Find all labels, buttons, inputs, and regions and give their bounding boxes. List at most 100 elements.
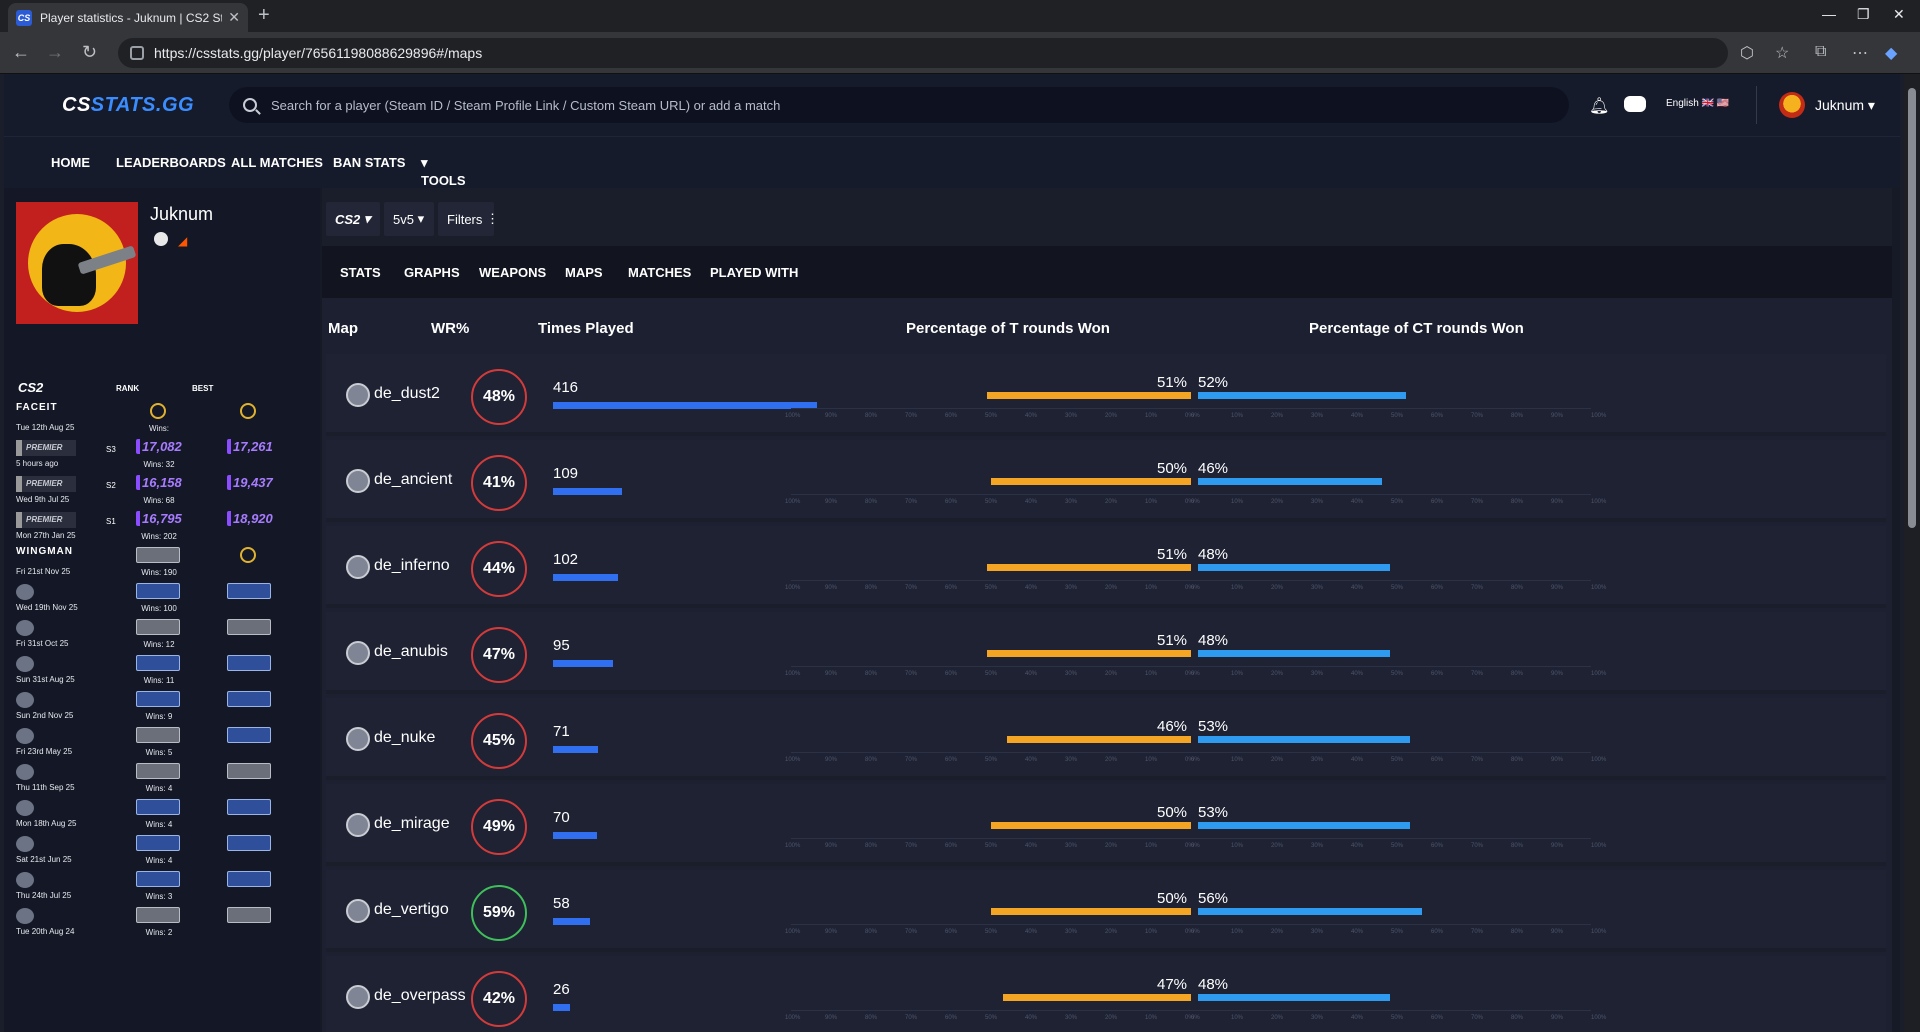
nav-home[interactable]: HOME <box>51 155 90 170</box>
new-tab-icon[interactable]: + <box>258 4 270 27</box>
rank-emblem-icon <box>150 403 166 419</box>
back-icon[interactable]: ← <box>12 42 30 63</box>
nav-tools[interactable]: TOOLS ▾ <box>421 155 466 188</box>
map-name[interactable]: de_vertigo <box>374 901 449 919</box>
discord-icon[interactable] <box>1624 96 1646 112</box>
mode-dropdown[interactable]: 5v5 ▾ <box>384 202 434 236</box>
win-rate-circle: 41% <box>471 455 527 511</box>
times-played-bar <box>553 488 622 495</box>
t-rounds-value: 50% <box>1157 460 1188 477</box>
map-name[interactable]: de_anubis <box>374 643 448 661</box>
t-tick-label: 20% <box>1105 585 1118 591</box>
t-rounds-bar <box>991 822 1191 829</box>
map-name[interactable]: de_overpass <box>374 987 466 1005</box>
map-row[interactable]: de_nuke 45% 71 46% 53% 100% 90% 80% 70% 60% 50% 40%… <box>326 698 1886 780</box>
site-info-icon[interactable] <box>130 46 144 60</box>
ct-tick-label: 100% <box>1591 757 1607 763</box>
header-map[interactable]: Map <box>328 320 358 337</box>
ct-tick-label: 50% <box>1391 499 1404 505</box>
map-name[interactable]: de_dust2 <box>374 385 440 403</box>
map-group-icon <box>16 764 34 780</box>
rank-date: Wed 19th Nov 25 <box>16 603 78 612</box>
copilot-icon[interactable]: ◆ <box>1885 43 1897 63</box>
map-name[interactable]: de_mirage <box>374 815 450 833</box>
steam-icon[interactable] <box>154 232 168 246</box>
t-tick-label: 60% <box>945 1015 958 1021</box>
header-wr[interactable]: WR% <box>431 320 469 337</box>
tab-graphs[interactable]: GRAPHS <box>404 265 460 280</box>
header-ct-rounds[interactable]: Percentage of CT rounds Won <box>1309 320 1524 337</box>
filters-label: Filters <box>447 211 483 227</box>
map-name[interactable]: de_ancient <box>374 471 452 489</box>
ct-tick-label: 30% <box>1311 757 1324 763</box>
nav-leaderboards[interactable]: LEADERBOARDS <box>116 155 226 170</box>
map-row[interactable]: de_ancient 41% 109 50% 46% 100% 90% 80% 70% 60% 50… <box>326 440 1886 522</box>
rank-badge-icon <box>227 871 271 887</box>
ct-tick-label: 60% <box>1431 585 1444 591</box>
collections-icon[interactable]: ⧉ <box>1815 43 1826 61</box>
rank-badge-icon <box>136 691 180 707</box>
reload-icon[interactable]: ↻ <box>82 42 97 63</box>
close-tab-icon[interactable]: ✕ <box>228 9 240 26</box>
tab-stats[interactable]: STATS <box>340 265 381 280</box>
t-rounds-value: 47% <box>1157 976 1188 993</box>
ct-rounds-value: 52% <box>1198 374 1229 391</box>
rank-row: Fri 23rd May 25 Wins: 5 <box>14 726 314 762</box>
map-name[interactable]: de_nuke <box>374 729 435 747</box>
rank-row: FACEIT Tue 12th Aug 25 Wins: <box>14 402 314 438</box>
percent-axis: 100% 90% 80% 70% 60% 50% 40% 30% 20% 10% 0% 0% 10% 20… <box>785 408 1606 422</box>
tab-played-with[interactable]: PLAYED WITH <box>710 265 798 280</box>
main-nav: HOME LEADERBOARDS ALL MATCHES BAN STATS … <box>4 136 1900 188</box>
map-row[interactable]: de_overpass 42% 26 47% 48% 100% 90% 80% 70% 60% 50… <box>326 956 1886 1032</box>
close-window-icon[interactable]: ✕ <box>1893 6 1905 23</box>
nav-ban-stats[interactable]: BAN STATS <box>333 155 405 170</box>
rank-date: Fri 31st Oct 25 <box>16 639 69 648</box>
tab-maps[interactable]: MAPS <box>565 265 603 280</box>
more-icon[interactable]: ⋯ <box>1852 43 1868 63</box>
ct-tick-label: 60% <box>1431 1015 1444 1021</box>
rank-badge-icon <box>136 547 180 563</box>
header-t-rounds[interactable]: Percentage of T rounds Won <box>906 320 1110 337</box>
ct-tick-label: 10% <box>1231 585 1244 591</box>
tab-matches[interactable]: MATCHES <box>628 265 691 280</box>
times-played: 26 <box>553 981 570 998</box>
scrollbar-thumb[interactable] <box>1908 88 1916 528</box>
user-menu[interactable]: Juknum ▾ <box>1815 97 1875 114</box>
t-tick-label: 80% <box>865 585 878 591</box>
nav-all-matches[interactable]: ALL MATCHES <box>231 155 323 170</box>
map-row[interactable]: de_vertigo 59% 58 50% 56% 100% 90% 80% 70% 60% 50%… <box>326 870 1886 952</box>
t-tick-label: 100% <box>785 757 801 763</box>
map-row[interactable]: de_inferno 44% 102 51% 48% 100% 90% 80% 70% 60% 50… <box>326 526 1886 608</box>
ct-tick-label: 30% <box>1311 413 1324 419</box>
t-tick-label: 90% <box>825 413 838 419</box>
restore-icon[interactable]: ❐ <box>1857 6 1870 23</box>
page-scrollbar[interactable] <box>1904 74 1920 1032</box>
game-logo: CS2 <box>18 380 44 395</box>
url-field[interactable]: https://csstats.gg/player/76561198088629… <box>118 38 1728 68</box>
t-tick-label: 30% <box>1065 585 1078 591</box>
tab-weapons[interactable]: WEAPONS <box>479 265 546 280</box>
ct-tick-label: 80% <box>1511 671 1524 677</box>
player-search-input[interactable]: Search for a player (Steam ID / Steam Pr… <box>229 87 1569 123</box>
game-dropdown[interactable]: CS2 ▾ <box>326 202 380 236</box>
ct-tick-label: 100% <box>1591 585 1607 591</box>
map-name[interactable]: de_inferno <box>374 557 450 575</box>
forward-icon[interactable]: → <box>46 42 64 63</box>
map-row[interactable]: de_mirage 49% 70 50% 53% 100% 90% 80% 70% 60% 50% 4… <box>326 784 1886 866</box>
group-logo: WINGMAN <box>16 546 73 557</box>
site-logo[interactable]: CSSTATS.GG <box>62 94 194 117</box>
rank-date: Tue 12th Aug 25 <box>16 423 75 432</box>
language-select[interactable]: English 🇬🇧 🇺🇸 <box>1666 98 1729 109</box>
favorites-icon[interactable]: ☆ <box>1775 43 1789 63</box>
filters-button[interactable]: Filters ⋮ <box>438 202 499 236</box>
header-times-played[interactable]: Times Played <box>538 320 634 337</box>
map-row[interactable]: de_anubis 47% 95 51% 48% 100% 90% 80% 70% 60% 50% 4… <box>326 612 1886 694</box>
t-tick-label: 100% <box>785 585 801 591</box>
notification-bell-icon[interactable]: 🔔︎ <box>1589 96 1609 116</box>
map-row[interactable]: de_dust2 48% 416 51% 52% 100% 90% 80% 70% 60% 50% 4… <box>326 354 1886 436</box>
browser-tab[interactable]: CS Player statistics - Juknum | CS2 St ✕ <box>8 3 248 32</box>
extensions-icon[interactable]: ⬡ <box>1740 43 1754 63</box>
minimize-icon[interactable]: — <box>1822 6 1836 22</box>
user-avatar[interactable] <box>1779 92 1805 118</box>
faceit-icon[interactable]: ◢ <box>178 234 187 248</box>
